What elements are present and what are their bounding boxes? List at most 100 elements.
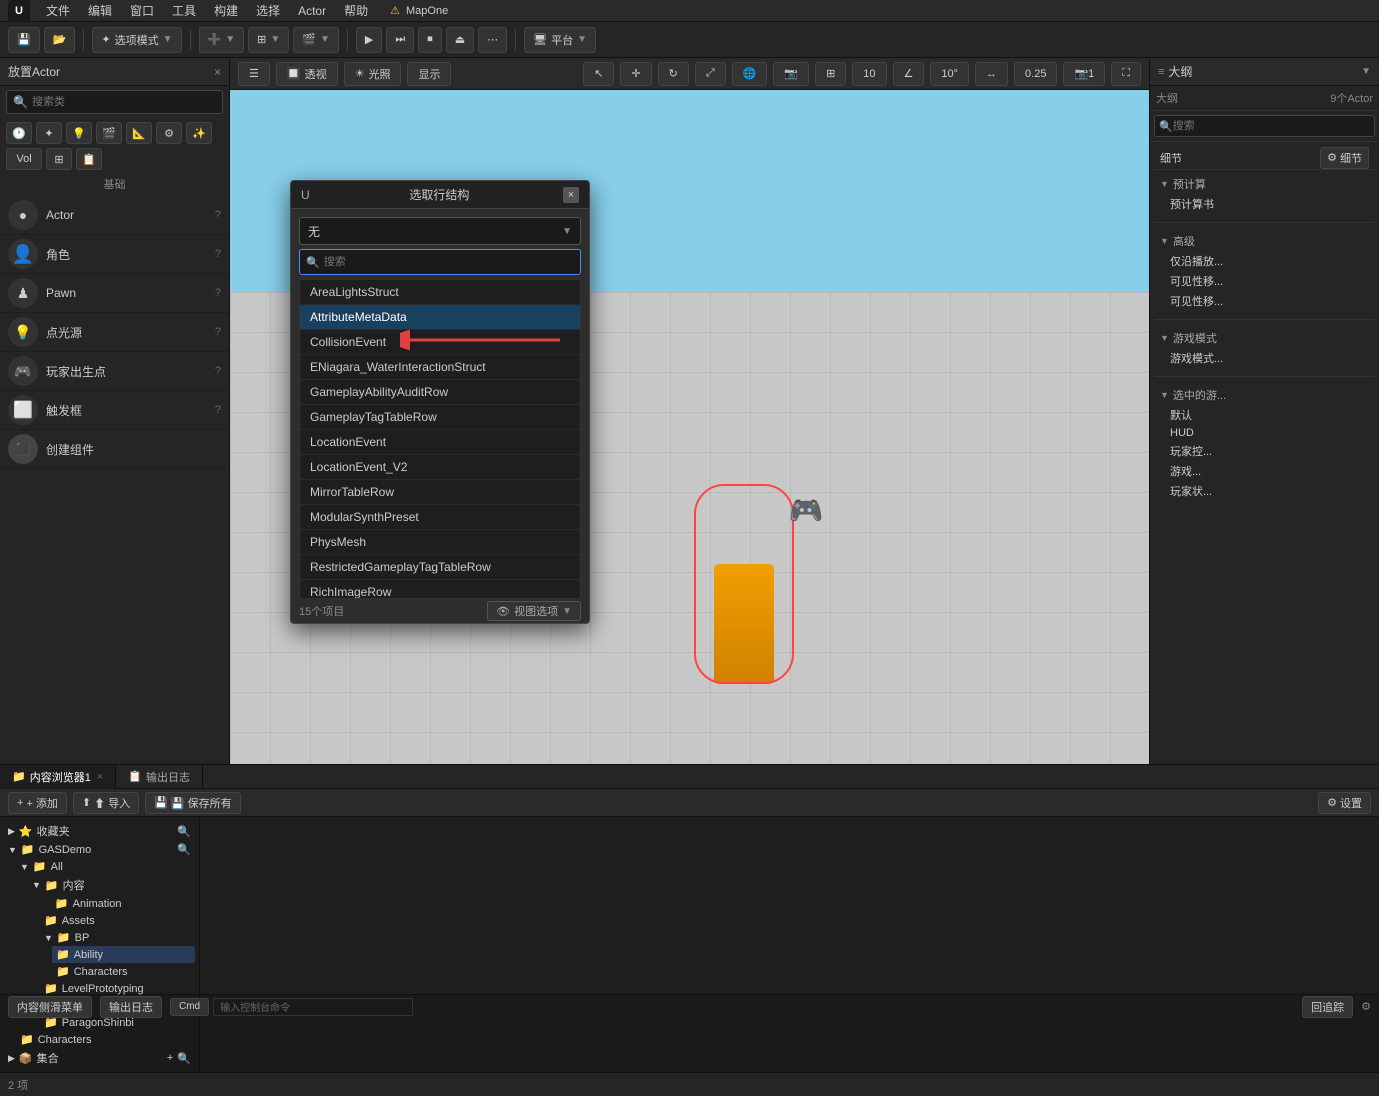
actor-help-light[interactable]: ? [215, 326, 221, 338]
tree-bp[interactable]: ▼ 📁 BP [40, 929, 195, 946]
output-btn[interactable]: 输出日志 [100, 996, 162, 1018]
snap-btn[interactable]: ⊞ ▼ [248, 27, 289, 53]
actor-item-light[interactable]: 💡 点光源 ? [0, 313, 229, 352]
angle-value[interactable]: 10° [930, 62, 969, 86]
select-tool[interactable]: ↖ [583, 62, 614, 86]
list-item-5[interactable]: GameplayTagTableRow [300, 405, 580, 430]
list-item-0[interactable]: AreaLightsStruct [300, 280, 580, 305]
cmd-btn[interactable]: Cmd [170, 998, 209, 1016]
mode-btn[interactable]: ✦ 选项模式 ▼ [92, 27, 181, 53]
compute-header[interactable]: ▼ 预计算 [1154, 174, 1375, 194]
grid-snap[interactable]: ⊞ [815, 62, 846, 86]
menu-help[interactable]: 帮助 [336, 0, 376, 21]
tab-all[interactable]: 📋 [76, 148, 102, 170]
scale-snap[interactable]: ↔ [975, 62, 1008, 86]
hamburger-btn[interactable]: ☰ [238, 62, 270, 86]
lighting-btn[interactable]: ☀ 光照 [344, 62, 402, 86]
outliner-search-input[interactable] [1173, 120, 1370, 132]
trace-btn[interactable]: 回追踪 [1302, 996, 1353, 1018]
list-item-12[interactable]: RichImageRow [300, 580, 580, 599]
actor-item-char[interactable]: 👤 角色 ? [0, 235, 229, 274]
advanced-item2[interactable]: 可见性移... [1154, 271, 1375, 291]
settings-btn[interactable]: ⚙ 设置 [1318, 792, 1371, 814]
console-input[interactable]: 输入控制台命令 [213, 998, 413, 1016]
outliner-search[interactable]: 🔍 [1154, 115, 1375, 137]
list-item-3[interactable]: ENiagara_WaterInteractionStruct [300, 355, 580, 380]
actor-help-pawn[interactable]: ? [215, 287, 221, 299]
dialog-search[interactable]: 🔍 [299, 249, 581, 275]
tree-characters-bp[interactable]: 📁 Characters [52, 963, 195, 980]
tab-shapes[interactable]: ✦ [36, 122, 62, 144]
actor-search-bar[interactable]: 🔍 [6, 90, 223, 114]
actor-item-trigger[interactable]: ⬜ 触发框 ? [0, 391, 229, 430]
selected-item5[interactable]: 玩家状... [1154, 481, 1375, 501]
menu-file[interactable]: 文件 [38, 0, 78, 21]
view-options-btn[interactable]: 👁 视图选项 ▼ [487, 601, 581, 621]
advanced-header[interactable]: ▼ 高级 [1154, 231, 1375, 251]
gamemode-item[interactable]: 游戏模式... [1154, 348, 1375, 368]
side-scroll-btn[interactable]: 内容侧滑菜单 [8, 996, 92, 1018]
perspective-btn[interactable]: 🔲 透视 [276, 62, 338, 86]
tab-cinema[interactable]: 🎬 [96, 122, 122, 144]
gasdemo-search[interactable]: 🔍 [177, 843, 191, 856]
play-btn[interactable]: ▶ [356, 27, 382, 53]
stop-btn[interactable]: ⏹ [418, 27, 442, 53]
scale-tool[interactable]: ⤢ [695, 62, 726, 86]
detail-settings-btn[interactable]: ⚙ 细节 [1320, 147, 1369, 169]
gamemode-header[interactable]: ▼ 游戏模式 [1154, 328, 1375, 348]
tree-animation[interactable]: ▶ 📁 Animation [40, 895, 195, 912]
menu-tools[interactable]: 工具 [164, 0, 204, 21]
tab-physics[interactable]: ⚙ [156, 122, 182, 144]
actor-help-char[interactable]: ? [215, 248, 221, 260]
tab-grid[interactable]: ⊞ [46, 148, 72, 170]
outliner-expand[interactable]: ≡ [1158, 66, 1164, 78]
camera-count[interactable]: 📷1 [1063, 62, 1105, 86]
tree-gasdemo[interactable]: ▼ 📁 GASDemo 🔍 [4, 841, 195, 858]
tree-collection[interactable]: ▶ 📦 集合 + 🔍 [4, 1048, 195, 1068]
tab-vol[interactable]: Vol [6, 148, 42, 170]
import-btn[interactable]: ⬆ ⬆ 导入 [73, 792, 139, 814]
tab-clock[interactable]: 🕐 [6, 122, 32, 144]
dialog-close-btn[interactable]: × [563, 187, 579, 203]
close-content-tab[interactable]: × [97, 771, 103, 783]
selected-header[interactable]: ▼ 选中的游... [1154, 385, 1375, 405]
tab-output-log[interactable]: 📋 输出日志 [116, 765, 203, 789]
favorites-search[interactable]: 🔍 [177, 825, 191, 838]
add-btn[interactable]: + + 添加 [8, 792, 67, 814]
rotate-tool[interactable]: ↻ [658, 62, 689, 86]
selected-item2[interactable]: HUD [1154, 425, 1375, 441]
add-actor-btn[interactable]: ➕ ▼ [199, 27, 245, 53]
save-btn[interactable]: 💾 [8, 27, 40, 53]
cinema-btn[interactable]: 🎬 ▼ [293, 27, 339, 53]
world-space[interactable]: 🌐 [732, 62, 768, 86]
settings-icon-status[interactable]: ⚙ [1361, 1000, 1371, 1013]
tree-content[interactable]: ▼ 📁 内容 [28, 875, 195, 895]
tree-assets[interactable]: 📁 Assets [40, 912, 195, 929]
selected-item3[interactable]: 玩家控... [1154, 441, 1375, 461]
actor-item-player[interactable]: 🎮 玩家出生点 ? [0, 352, 229, 391]
place-actors-close[interactable]: × [214, 65, 221, 79]
menu-select[interactable]: 选择 [248, 0, 288, 21]
list-item-1[interactable]: AttributeMetaData [300, 305, 580, 330]
actor-help-actor[interactable]: ? [215, 209, 221, 221]
row-struct-dialog[interactable]: U 选取行结构 × 无 ▼ 🔍 AreaLightsStruct Attribu… [290, 180, 590, 624]
advanced-item1[interactable]: 仅沿播放... [1154, 251, 1375, 271]
selected-item1[interactable]: 默认 [1154, 405, 1375, 425]
save-all-btn[interactable]: 💾 💾 保存所有 [145, 792, 240, 814]
tree-all[interactable]: ▼ 📁 All [16, 858, 195, 875]
tree-level-proto[interactable]: 📁 LevelPrototyping [40, 980, 195, 997]
tree-favorites[interactable]: ▶ ⭐ 收藏夹 🔍 [4, 821, 195, 841]
tab-content-browser[interactable]: 📁 内容浏览器1 × [0, 765, 116, 789]
open-btn[interactable]: 📂 [44, 27, 76, 53]
list-item-7[interactable]: LocationEvent_V2 [300, 455, 580, 480]
dialog-dropdown[interactable]: 无 ▼ [299, 217, 581, 245]
menu-edit[interactable]: 编辑 [80, 0, 120, 21]
tree-characters-main[interactable]: 📁 Characters [16, 1031, 195, 1048]
grid-value[interactable]: 10 [852, 62, 886, 86]
actor-item-actor[interactable]: ● Actor ? [0, 196, 229, 235]
angle-snap[interactable]: ∠ [893, 62, 925, 86]
list-item-4[interactable]: GameplayAbilityAuditRow [300, 380, 580, 405]
collection-search[interactable]: 🔍 [177, 1052, 191, 1065]
actor-help-trigger[interactable]: ? [215, 404, 221, 416]
actor-help-player[interactable]: ? [215, 365, 221, 377]
